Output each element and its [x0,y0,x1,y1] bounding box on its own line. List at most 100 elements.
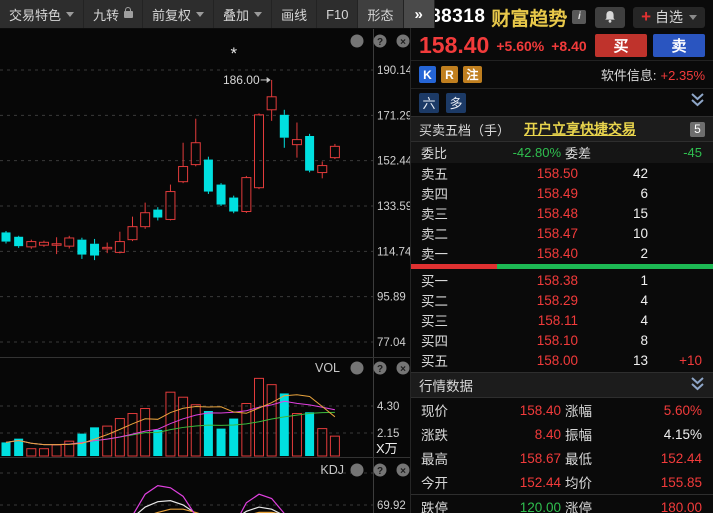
f10-button[interactable]: F10 [317,0,359,28]
nine-turn-star-marker: * [230,44,237,63]
volume-axis-tick: 4.30 [377,401,399,413]
collapse-chevron[interactable] [690,376,705,394]
price-axis-tick: 171.29 [377,110,410,122]
buy-level-row[interactable]: 买三 158.11 4 [411,310,713,330]
level-label: 买一 [421,274,448,289]
buy-level-row[interactable]: 买一 158.38 1 [411,270,713,290]
caret-down-icon [254,11,263,17]
price-axis-tick: 152.44 [377,156,410,168]
volume-unit-label: X万 [376,441,398,456]
info-icon[interactable]: i [572,10,587,24]
plus-icon: + [641,7,651,26]
badge-row: KR注 软件信息: +2.35% [411,60,713,88]
stat-label: 现价 [421,404,448,419]
stat-value: 155.85 [660,474,702,490]
sell-level-row[interactable]: 卖二 158.47 10 [411,223,713,243]
stock-tag-badge[interactable]: 多 [446,92,466,113]
chart-region: 190.14 171.29 152.44 133.59 114.74 95.89 77.04… [0,0,435,513]
weibi-label: 委比 [421,146,448,161]
stat-value: 158.40 [519,402,561,418]
draw-line-button[interactable]: 画线 [272,0,318,28]
sell-ratio-segment [411,264,498,269]
level-extra: +10 [679,352,702,368]
weicha-label: 委差 [565,146,592,161]
stat-value: 152.44 [660,450,702,466]
bell-icon [605,11,615,23]
level-qty: 13 [632,352,648,368]
overlay-button[interactable]: 叠加 [214,0,273,28]
buy-level-row[interactable]: 买四 158.10 8 [411,330,713,350]
sell-level-row[interactable]: 卖五 158.50 42 [411,163,713,183]
buy-level-row[interactable]: 买二 158.29 4 [411,290,713,310]
pattern-button[interactable]: 形态 [358,0,404,28]
market-data-row: 最高 158.67 最低 152.44 [411,446,713,470]
level-qty: 42 [632,165,648,181]
forward-adjust-label: 前复权 [152,7,192,23]
high-price-annotation: 186.00 [223,73,260,87]
price-axis-tick: 133.59 [377,201,410,213]
market-data-header: 行情数据 [411,372,713,398]
vol-pane-label: VOL [315,361,340,375]
level-qty: 8 [640,332,648,348]
double-chevron-down-icon [691,93,704,107]
level-price: 158.10 [536,332,578,348]
weibi-value: -42.80% [512,145,561,160]
indicator-badge-k[interactable]: K [419,66,436,83]
svg-text:?: ? [377,364,383,375]
volume-axis-tick: 2.15 [377,428,399,440]
level-price: 158.29 [536,292,578,308]
gear-icon[interactable] [350,361,364,375]
open-account-link[interactable]: 开户立享快捷交易 [524,119,636,139]
level-label: 买四 [421,334,448,349]
gear-icon[interactable] [350,463,364,477]
buy-sell-ratio-bar [411,264,713,269]
software-info-label: 软件信息: [600,68,657,83]
weicha-value: -45 [683,145,702,160]
gear-icon[interactable] [350,34,364,48]
market-data-row: 跌停 120.00 涨停 180.00 [411,494,713,513]
overlay-label: 叠加 [223,7,250,23]
level-qty: 1 [640,272,648,288]
stat-value: 180.00 [660,499,702,513]
level-count-badge[interactable]: 5 [690,121,705,137]
market-data-rows: 现价 158.40 涨幅 5.60% 涨跌 8.40 振幅 4.15% 最高 158.67 最低 15… [411,398,713,513]
stock-name: 财富趋势 [491,8,568,30]
add-watchlist-button[interactable]: + 自选 [633,6,705,28]
trade-features-label: 交易特色 [9,7,62,23]
stat-value: 120.00 [519,499,561,513]
level-qty: 10 [632,225,648,241]
price-axis-tick: 190.14 [377,65,410,77]
svg-text:×: × [400,37,406,48]
buy-level-row[interactable]: 买五 158.00 13 +10 [411,350,713,370]
sell-level-row[interactable]: 卖一 158.40 2 [411,243,713,263]
level-price: 158.47 [536,225,578,241]
indicator-badge-r[interactable]: R [441,66,458,83]
svg-text:×: × [400,466,406,477]
level-label: 卖四 [421,187,448,202]
sell-level-row[interactable]: 卖四 158.49 6 [411,183,713,203]
sell-levels: 卖五 158.50 42 卖四 158.49 6 卖三 158.48 15 卖二 158.47 10 卖… [411,163,713,263]
expand-label: » [414,5,423,23]
software-info: 软件信息: +2.35% [601,65,705,84]
market-data-row: 现价 158.40 涨幅 5.60% [411,398,713,422]
stat-label: 均价 [565,476,592,491]
expand-button[interactable]: » [403,0,435,28]
kdj-pane-label: KDJ [320,463,344,477]
market-data-row: 涨跌 8.40 振幅 4.15% [411,422,713,446]
stat-label: 今开 [421,476,448,491]
level-price: 158.50 [536,165,578,181]
trade-features-button[interactable]: 交易特色 [0,0,85,28]
sell-level-row[interactable]: 卖三 158.48 15 [411,203,713,223]
level-price: 158.48 [536,205,578,221]
collapse-chevron[interactable] [690,93,705,112]
double-chevron-down-icon [691,376,704,390]
indicator-badge-注[interactable]: 注 [463,66,482,83]
draw-line-label: 画线 [281,7,308,23]
alert-bell-button[interactable] [595,6,626,28]
candlestick-chart[interactable]: 190.14 171.29 152.44 133.59 114.74 95.89 77.04… [0,0,410,513]
stock-tag-badge[interactable]: 六 [419,92,439,113]
forward-adjust-button[interactable]: 前复权 [143,0,215,28]
nine-turn-button[interactable]: 九转 [84,0,144,28]
sell-button[interactable]: 卖 [653,34,705,57]
buy-button[interactable]: 买 [595,34,647,57]
